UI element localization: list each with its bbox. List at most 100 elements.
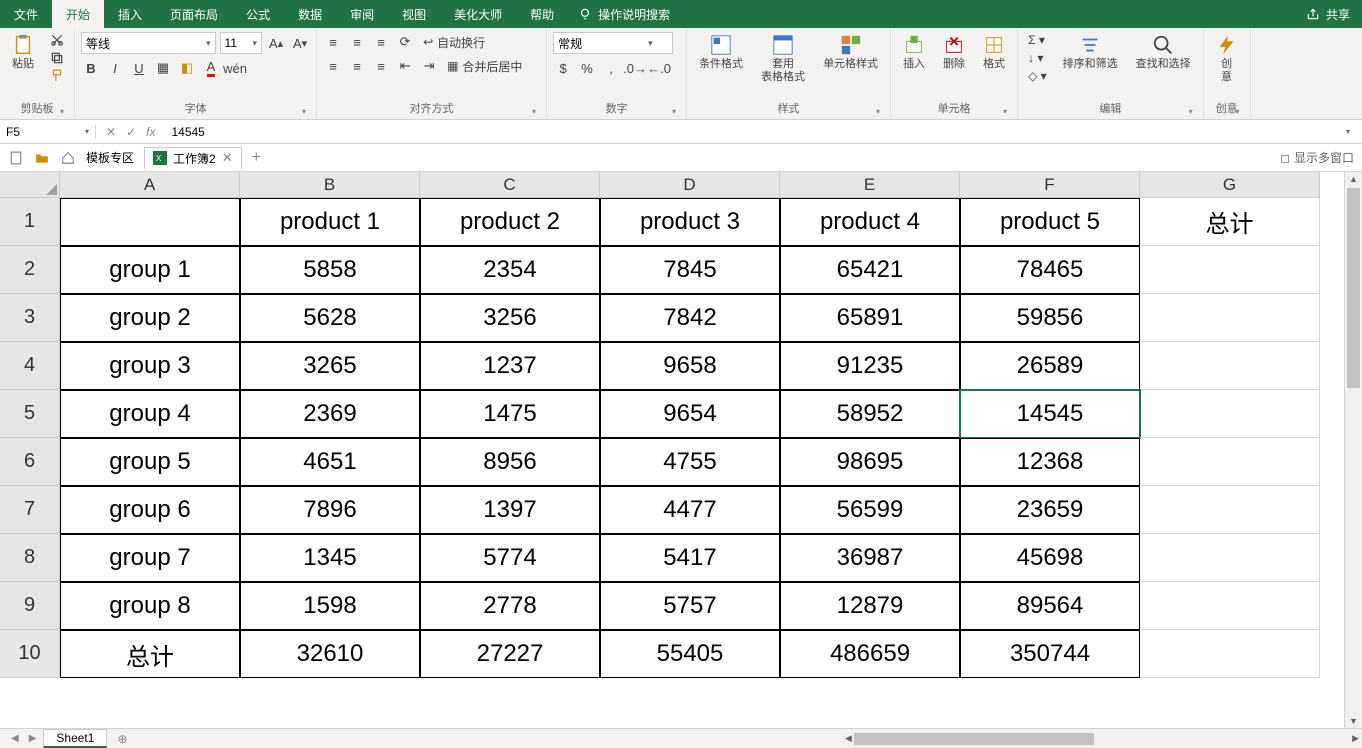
cell-E5[interactable]: 58952 <box>780 390 960 438</box>
sheet-nav-last[interactable]: ▶ <box>26 733 40 744</box>
cell-D2[interactable]: 7845 <box>600 246 780 294</box>
row-header-1[interactable]: 1 <box>0 198 60 246</box>
cell-A6[interactable]: group 5 <box>60 438 240 486</box>
menu-美化大师[interactable]: 美化大师 <box>440 0 516 28</box>
sort-filter-button[interactable]: 排序和筛选 <box>1057 32 1124 73</box>
cell-B1[interactable]: product 1 <box>240 198 420 246</box>
select-all-corner[interactable] <box>0 172 60 198</box>
align-bottom-icon[interactable]: ≡ <box>371 32 391 52</box>
cell-D8[interactable]: 5417 <box>600 534 780 582</box>
cell-A1[interactable] <box>60 198 240 246</box>
cell-C10[interactable]: 27227 <box>420 630 600 678</box>
align-top-icon[interactable]: ≡ <box>323 32 343 52</box>
column-header-F[interactable]: F <box>960 172 1140 198</box>
cancel-formula-icon[interactable]: ✕ <box>106 125 116 139</box>
cell-F9[interactable]: 89564 <box>960 582 1140 630</box>
merge-button[interactable]: ▦合并后居中 <box>443 57 526 76</box>
align-left-icon[interactable]: ≡ <box>323 56 343 76</box>
cell-D10[interactable]: 55405 <box>600 630 780 678</box>
name-box[interactable]: F5▾ <box>0 125 96 139</box>
font-size-select[interactable]: ▾ <box>220 32 263 54</box>
menu-文件[interactable]: 文件 <box>0 0 52 28</box>
cell-F8[interactable]: 45698 <box>960 534 1140 582</box>
format-cells-button[interactable]: 格式 <box>977 32 1011 73</box>
cell-A3[interactable]: group 2 <box>60 294 240 342</box>
row-header-4[interactable]: 4 <box>0 342 60 390</box>
cell-E6[interactable]: 98695 <box>780 438 960 486</box>
cell-C7[interactable]: 1397 <box>420 486 600 534</box>
cell-F10[interactable]: 350744 <box>960 630 1140 678</box>
sheet-nav-first[interactable]: ◀ <box>8 733 22 744</box>
cell-B2[interactable]: 5858 <box>240 246 420 294</box>
table-format-button[interactable]: 套用 表格格式 <box>755 32 811 86</box>
align-center-icon[interactable]: ≡ <box>347 56 367 76</box>
cell-B8[interactable]: 1345 <box>240 534 420 582</box>
cell-E4[interactable]: 91235 <box>780 342 960 390</box>
menu-公式[interactable]: 公式 <box>232 0 284 28</box>
find-select-button[interactable]: 查找和选择 <box>1130 32 1197 73</box>
decrease-indent-icon[interactable]: ⇤ <box>395 56 415 76</box>
cell-G7[interactable] <box>1140 486 1320 534</box>
paste-button[interactable]: 粘贴 <box>6 32 40 73</box>
cell-G3[interactable] <box>1140 294 1320 342</box>
cell-F6[interactable]: 12368 <box>960 438 1140 486</box>
cell-E3[interactable]: 65891 <box>780 294 960 342</box>
comma-icon[interactable]: , <box>601 58 621 78</box>
tell-me-search[interactable]: 操作说明搜索 <box>568 6 680 23</box>
fx-icon[interactable]: fx <box>146 125 155 139</box>
cell-E7[interactable]: 56599 <box>780 486 960 534</box>
column-header-C[interactable]: C <box>420 172 600 198</box>
currency-icon[interactable]: $ <box>553 58 573 78</box>
orientation-icon[interactable]: ⟳ <box>395 32 415 52</box>
cell-B3[interactable]: 5628 <box>240 294 420 342</box>
menu-页面布局[interactable]: 页面布局 <box>156 0 232 28</box>
row-header-6[interactable]: 6 <box>0 438 60 486</box>
font-size-input[interactable] <box>221 36 249 50</box>
bold-button[interactable]: B <box>81 58 101 78</box>
cell-C5[interactable]: 1475 <box>420 390 600 438</box>
cell-G4[interactable] <box>1140 342 1320 390</box>
cell-A8[interactable]: group 7 <box>60 534 240 582</box>
multi-window-button[interactable]: ◻显示多窗口 <box>1280 149 1354 166</box>
cell-D1[interactable]: product 3 <box>600 198 780 246</box>
phonetic-button[interactable]: wén <box>225 58 245 78</box>
row-header-10[interactable]: 10 <box>0 630 60 678</box>
cell-A9[interactable]: group 8 <box>60 582 240 630</box>
cell-A4[interactable]: group 3 <box>60 342 240 390</box>
column-header-B[interactable]: B <box>240 172 420 198</box>
wrap-text-button[interactable]: ↩自动换行 <box>419 33 489 52</box>
cell-C6[interactable]: 8956 <box>420 438 600 486</box>
menu-插入[interactable]: 插入 <box>104 0 156 28</box>
number-format-select[interactable]: ▾ <box>553 32 673 54</box>
cell-F2[interactable]: 78465 <box>960 246 1140 294</box>
cell-B6[interactable]: 4651 <box>240 438 420 486</box>
cell-D6[interactable]: 4755 <box>600 438 780 486</box>
cell-E8[interactable]: 36987 <box>780 534 960 582</box>
cell-C8[interactable]: 5774 <box>420 534 600 582</box>
vertical-scrollbar[interactable]: ▲▼ <box>1344 172 1362 728</box>
align-middle-icon[interactable]: ≡ <box>347 32 367 52</box>
sheet-tab[interactable]: Sheet1 <box>43 729 107 748</box>
font-name-input[interactable] <box>82 36 202 50</box>
cell-C3[interactable]: 3256 <box>420 294 600 342</box>
cell-E2[interactable]: 65421 <box>780 246 960 294</box>
row-header-3[interactable]: 3 <box>0 294 60 342</box>
menu-视图[interactable]: 视图 <box>388 0 440 28</box>
open-folder-icon[interactable] <box>34 150 50 166</box>
cell-B5[interactable]: 2369 <box>240 390 420 438</box>
font-color-button[interactable]: A <box>201 58 221 78</box>
home-icon[interactable] <box>60 150 76 166</box>
cell-B4[interactable]: 3265 <box>240 342 420 390</box>
cell-B10[interactable]: 32610 <box>240 630 420 678</box>
menu-数据[interactable]: 数据 <box>284 0 336 28</box>
horizontal-scrollbar[interactable]: ◀▶ <box>842 732 1362 746</box>
cell-F5[interactable]: 14545 <box>960 390 1140 438</box>
column-header-G[interactable]: G <box>1140 172 1320 198</box>
cell-A5[interactable]: group 4 <box>60 390 240 438</box>
cell-D5[interactable]: 9654 <box>600 390 780 438</box>
cell-F4[interactable]: 26589 <box>960 342 1140 390</box>
format-painter-button[interactable] <box>46 68 68 84</box>
cell-D3[interactable]: 7842 <box>600 294 780 342</box>
increase-indent-icon[interactable]: ⇥ <box>419 56 439 76</box>
percent-icon[interactable]: % <box>577 58 597 78</box>
